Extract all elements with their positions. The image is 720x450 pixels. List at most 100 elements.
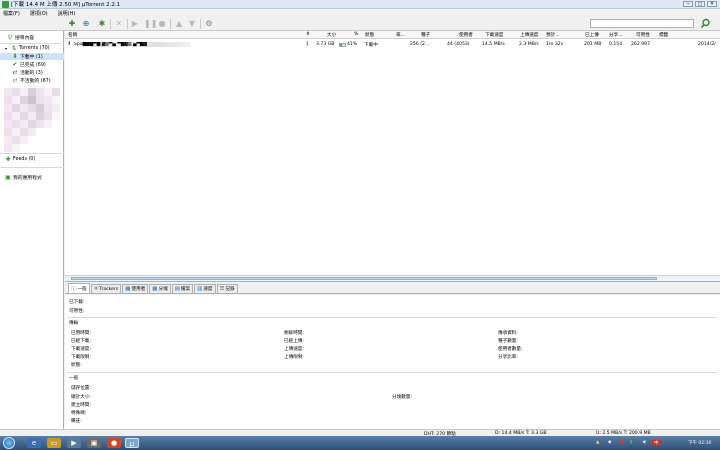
sidebar-item-feeds[interactable]: ✚ Feeds (0) bbox=[5, 156, 69, 163]
sidebar-item-torrents[interactable]: ▾ ⇅ Torrents (70) bbox=[3, 45, 67, 52]
tab-general[interactable]: ⓘ 一般 bbox=[68, 283, 90, 293]
column-uploaded[interactable]: 已上傳 bbox=[585, 32, 599, 38]
search-icon[interactable] bbox=[700, 18, 711, 29]
sidebar-item-inactive[interactable]: ⇄ 不活動的 (67) bbox=[0, 77, 64, 84]
toolbar: ✚ ⊕ ✱ ✕ ▶ ❚❚ ● ▲ ▼ ⚙ bbox=[0, 17, 720, 31]
add-torrent-icon[interactable]: ✚ bbox=[67, 19, 77, 29]
share-ratio-label: 分享比率: bbox=[498, 355, 518, 360]
pieces-label: 分塊數量: bbox=[392, 395, 412, 400]
remove-icon[interactable]: ✕ bbox=[114, 19, 124, 29]
sidebar-item-label: 已完成 (69) bbox=[20, 63, 46, 68]
tab-label: 分塊 bbox=[158, 287, 168, 292]
column-source[interactable]: 來... bbox=[396, 32, 405, 38]
tab-log[interactable]: ☰ 記錄 bbox=[216, 284, 238, 293]
title-bar: [下載 14.4 M 上傳 2.50 M] µTorrent 2.2.1 ─ □… bbox=[0, 0, 720, 9]
torrent-added: 2014/2/ bbox=[698, 42, 716, 47]
column-peers[interactable]: 使用者 bbox=[459, 32, 473, 38]
add-url-icon[interactable]: ⊕ bbox=[81, 19, 91, 29]
minimize-button[interactable]: ─ bbox=[683, 1, 693, 7]
upload-speed-label: 上傳速度: bbox=[284, 347, 304, 352]
column-name[interactable]: 名稱 bbox=[68, 32, 77, 38]
chrome-icon[interactable]: ● bbox=[107, 438, 121, 448]
maximize-button[interactable]: □ bbox=[695, 1, 705, 7]
scrollbar-thumb[interactable] bbox=[71, 277, 657, 280]
tracker-icon: ✕ bbox=[93, 286, 99, 292]
pause-icon[interactable]: ❚❚ bbox=[144, 19, 157, 29]
windows-taskbar: e ▭ ▶ ▣ ● µ ▲ ◆ ■ ▮ ◀ 中 下午 02:30 bbox=[0, 436, 720, 450]
divider bbox=[0, 153, 64, 154]
search-input[interactable] bbox=[590, 19, 694, 28]
created-on-label: 建立時間: bbox=[71, 403, 91, 408]
start-button[interactable] bbox=[3, 437, 15, 449]
download-arrow-icon: ⬇ bbox=[12, 52, 18, 60]
status-label: 狀態: bbox=[71, 363, 82, 368]
downloaded-label: 已下載: bbox=[69, 300, 85, 305]
tab-label: 檔案 bbox=[180, 287, 191, 292]
torrent-queue: 1 bbox=[306, 42, 309, 47]
network-icon[interactable]: ▮ bbox=[630, 440, 632, 445]
tab-peers[interactable]: ▦ 使用者 bbox=[122, 284, 149, 293]
horizontal-scrollbar[interactable] bbox=[65, 275, 720, 281]
move-up-icon[interactable]: ▲ bbox=[174, 19, 184, 29]
sidebar-item-active[interactable]: ⇄ 活動的 (3) bbox=[0, 69, 64, 76]
tab-pieces[interactable]: ▦ 分塊 bbox=[149, 284, 171, 293]
ime-indicator[interactable]: 中 bbox=[652, 440, 661, 446]
tab-label: 速度 bbox=[203, 287, 213, 292]
files-icon: ▤ bbox=[174, 286, 180, 292]
stop-icon[interactable]: ● bbox=[157, 19, 167, 29]
sidebar-item-label: 我的應用程式 bbox=[13, 176, 42, 181]
sidebar-item-apps[interactable]: ▣ 我的應用程式 bbox=[5, 174, 69, 181]
total-size-label: 總計大小: bbox=[71, 395, 91, 400]
tab-speed[interactable]: ▥ 速度 bbox=[194, 284, 216, 293]
media-player-icon[interactable]: ▶ bbox=[67, 438, 81, 448]
apps-icon: ▣ bbox=[5, 173, 11, 181]
column-size[interactable]: 大小 bbox=[327, 32, 336, 38]
tray-icon[interactable]: ▲ bbox=[596, 440, 599, 445]
divider bbox=[67, 372, 717, 373]
column-availability[interactable]: 可用性 bbox=[636, 32, 650, 38]
column-down-speed[interactable]: 下載速度 bbox=[485, 32, 503, 38]
app-icon[interactable]: ▣ bbox=[87, 438, 101, 448]
divider bbox=[67, 317, 717, 318]
progress-bar bbox=[339, 43, 346, 47]
search-icon: ⚲ bbox=[7, 33, 13, 41]
torrent-percent: 41% bbox=[347, 42, 358, 47]
sidebar-item-downloading[interactable]: ⬇ 下載中 (1) bbox=[0, 53, 64, 60]
close-button[interactable]: ✕ bbox=[707, 1, 717, 7]
torrent-down-speed: 14.5 MB/s bbox=[482, 42, 505, 47]
column-eta[interactable]: 預計... bbox=[546, 32, 560, 38]
sidebar-item-completed[interactable]: ✔ 已完成 (69) bbox=[0, 61, 64, 68]
tab-label: 使用者 bbox=[131, 287, 146, 292]
tab-trackers[interactable]: ✕ Trackers bbox=[90, 284, 122, 293]
menu-file[interactable]: 檔案(F) bbox=[3, 10, 20, 17]
download-limit-label: 下載限制: bbox=[71, 355, 91, 360]
column-status[interactable]: 狀態 bbox=[365, 32, 374, 38]
column-seeds[interactable]: 種子 bbox=[421, 32, 430, 38]
column-up-speed[interactable]: 上傳速度 bbox=[520, 32, 538, 38]
sidebar-search-content[interactable]: ⚲ 搜尋內容 bbox=[7, 34, 71, 41]
clock[interactable]: 下午 02:30 bbox=[688, 440, 711, 446]
column-label[interactable]: 標籤 bbox=[659, 32, 668, 38]
volume-icon[interactable]: ◀ bbox=[642, 440, 645, 445]
tray-icon[interactable]: ◆ bbox=[608, 440, 611, 445]
create-torrent-icon[interactable]: ✱ bbox=[97, 19, 107, 29]
column-percent[interactable]: % bbox=[354, 32, 358, 37]
general-heading: 一般 bbox=[69, 376, 79, 381]
column-ratio[interactable]: 分享... bbox=[609, 32, 623, 38]
column-queue[interactable]: # bbox=[306, 32, 310, 37]
tab-files[interactable]: ▤ 檔案 bbox=[171, 284, 194, 293]
antivirus-icon[interactable]: ■ bbox=[620, 440, 624, 445]
folder-icon[interactable]: ▭ bbox=[47, 438, 61, 448]
torrent-size: 3.73 GB bbox=[316, 42, 335, 47]
ie-icon[interactable]: e bbox=[27, 438, 41, 448]
feed-icon: ✚ bbox=[5, 155, 11, 163]
menu-options[interactable]: 選項(O) bbox=[30, 10, 48, 17]
preferences-gear-icon[interactable]: ⚙ bbox=[204, 19, 214, 29]
peers-icon: ▦ bbox=[125, 286, 131, 292]
move-down-icon[interactable]: ▼ bbox=[187, 19, 197, 29]
start-icon[interactable]: ▶ bbox=[130, 19, 140, 29]
detail-tabs: ⓘ 一般 ✕ Trackers ▦ 使用者 ▦ 分塊 ▤ 檔案 ▥ 速度 ☰ 記… bbox=[65, 283, 720, 294]
utorrent-taskbar-icon[interactable]: µ bbox=[125, 438, 139, 448]
pieces-icon: ▦ bbox=[152, 286, 158, 292]
menu-help[interactable]: 說明(H) bbox=[58, 10, 76, 17]
